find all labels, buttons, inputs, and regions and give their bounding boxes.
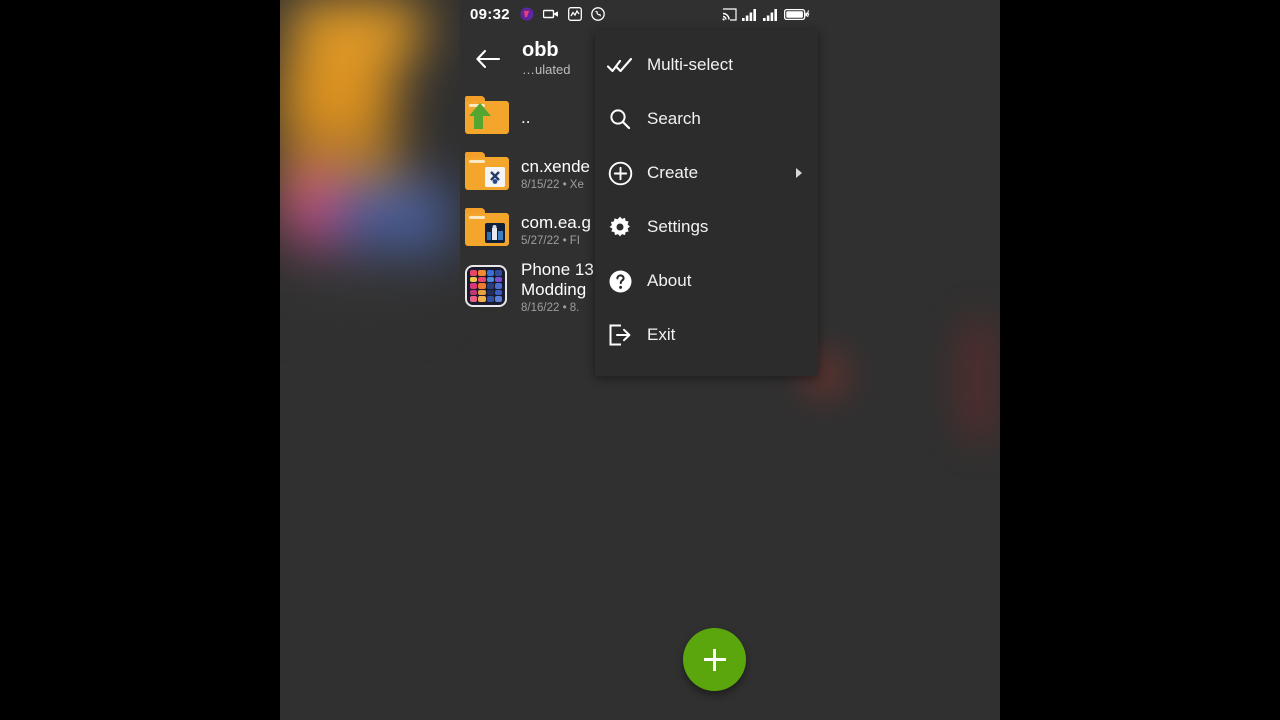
back-arrow-icon xyxy=(476,49,501,69)
menu-item-settings[interactable]: Settings xyxy=(595,200,818,254)
add-button[interactable] xyxy=(683,628,746,691)
question-circle-icon xyxy=(605,266,635,296)
plus-circle-icon xyxy=(605,158,635,188)
list-item-text: .. xyxy=(521,108,530,128)
menu-item-label: Exit xyxy=(647,325,676,344)
file-meta: 8/16/22 • 8. xyxy=(521,302,580,315)
status-bar-system-icons xyxy=(722,7,810,21)
signal-bars-sim2-icon xyxy=(763,8,779,21)
folder-up-icon xyxy=(465,96,511,140)
status-bar-clock: 09:32 xyxy=(470,5,510,23)
list-item-text: cn.xende 8/15/22 • Xe xyxy=(521,157,590,191)
signal-bars-sim1-icon xyxy=(742,8,758,21)
submenu-arrow-icon xyxy=(794,167,804,179)
file-name: cn.xende xyxy=(521,156,590,176)
whatsapp-icon xyxy=(591,7,605,21)
cast-icon xyxy=(722,7,737,21)
app-bar-title-block: obb …ulated xyxy=(522,38,571,78)
status-bar: 09:32 xyxy=(460,0,820,28)
image-thumbnail-icon xyxy=(465,265,511,309)
back-button[interactable] xyxy=(460,31,516,87)
file-name: Phone 13 Modding xyxy=(521,259,594,299)
menu-item-create[interactable]: Create xyxy=(595,146,818,200)
file-meta: 8/15/22 • Xe xyxy=(521,179,584,192)
phonepe-icon xyxy=(520,7,534,21)
menu-item-about[interactable]: About xyxy=(595,254,818,308)
search-icon xyxy=(605,104,635,134)
menu-item-label: About xyxy=(647,271,692,290)
overflow-menu[interactable]: Multi-select Search Create Settings Abou… xyxy=(595,30,818,376)
battery-charging-icon xyxy=(784,8,810,21)
list-item-text: com.ea.g 5/27/22 • FI xyxy=(521,213,591,247)
background-blur-left xyxy=(280,0,470,460)
screen-root: 09:32 obb …ulated .. cn.xende 8/15/22 • … xyxy=(0,0,1280,720)
menu-item-multi-select[interactable]: Multi-select xyxy=(595,38,818,92)
video-camera-icon xyxy=(542,8,559,20)
menu-item-label: Create xyxy=(647,163,699,182)
folder-icon xyxy=(465,208,511,252)
exit-icon xyxy=(605,320,635,350)
menu-item-search[interactable]: Search xyxy=(595,92,818,146)
file-name: .. xyxy=(521,107,531,127)
phone-viewport: 09:32 obb …ulated .. cn.xende 8/15/22 • … xyxy=(280,0,1000,720)
menu-item-label: Settings xyxy=(647,217,709,236)
status-bar-notification-icons xyxy=(520,7,605,21)
file-name: com.ea.g xyxy=(521,212,591,232)
folder-icon xyxy=(465,152,511,196)
menu-item-exit[interactable]: Exit xyxy=(595,308,818,362)
double-check-icon xyxy=(605,50,635,80)
menu-item-label: Search xyxy=(647,109,701,128)
breadcrumb-path: …ulated xyxy=(522,61,571,77)
list-item-text: Phone 13 Modding 8/16/22 • 8. xyxy=(521,260,599,314)
activity-chart-icon xyxy=(567,7,582,21)
background-blur-right xyxy=(790,300,1000,480)
menu-item-label: Multi-select xyxy=(647,55,733,74)
file-meta: 5/27/22 • FI xyxy=(521,235,581,248)
page-title: obb xyxy=(522,38,559,61)
gear-icon xyxy=(605,212,635,242)
